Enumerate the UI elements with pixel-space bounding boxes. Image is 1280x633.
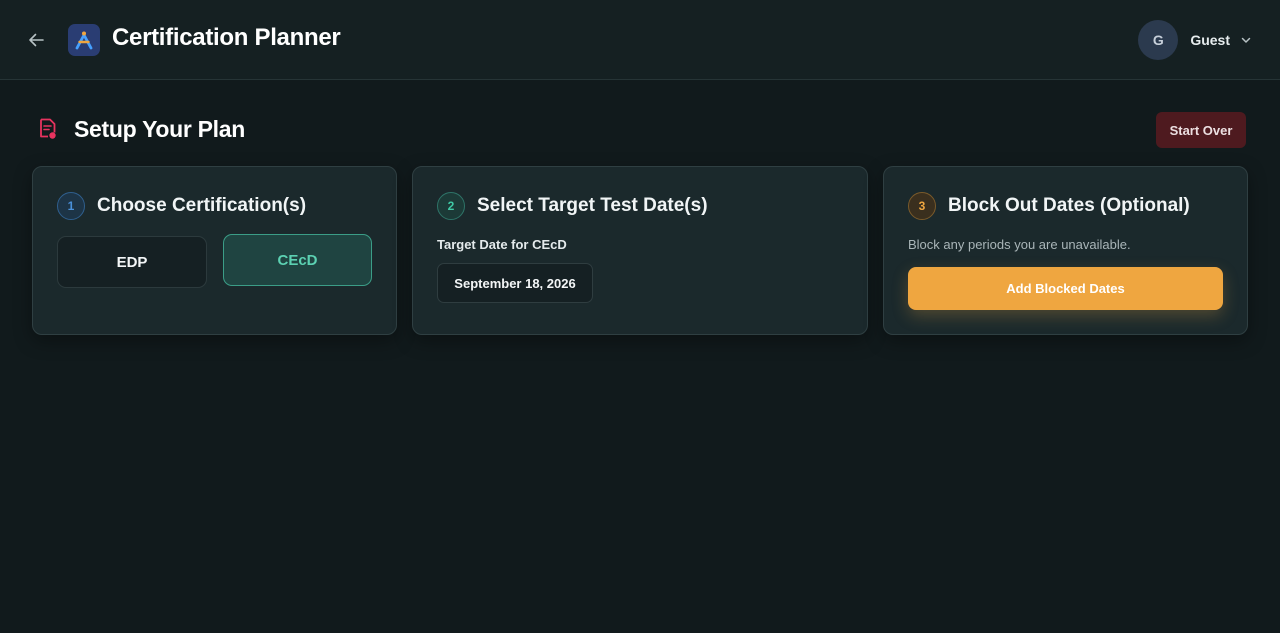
page-title: Setup Your Plan <box>74 115 246 142</box>
card-title: Block Out Dates (Optional) <box>948 195 1190 216</box>
app-logo-icon <box>75 31 93 50</box>
card-header: 3 Block Out Dates (Optional) <box>908 192 1190 220</box>
top-bar: Certification Planner G Guest <box>0 0 1280 80</box>
target-date-field[interactable]: September 18, 2026 <box>437 263 593 303</box>
step-number-badge: 3 <box>908 192 936 220</box>
back-button[interactable] <box>24 28 48 52</box>
app-logo[interactable] <box>68 24 100 56</box>
card-header: 2 Select Target Test Date(s) <box>437 192 708 220</box>
avatar: G <box>1138 20 1179 60</box>
add-blocked-dates-button[interactable]: Add Blocked Dates <box>908 267 1223 310</box>
arrow-left-icon <box>29 33 44 47</box>
chevron-down-icon <box>1240 34 1252 46</box>
section-header: Setup Your Plan <box>36 112 245 146</box>
card-header: 1 Choose Certification(s) <box>57 192 306 220</box>
plan-document-icon <box>36 117 60 141</box>
user-name: Guest <box>1190 32 1230 48</box>
card-title: Select Target Test Date(s) <box>477 195 708 216</box>
step-number-badge: 1 <box>57 192 85 220</box>
step-card-block-out-dates: 3 Block Out Dates (Optional) Block any p… <box>883 166 1248 335</box>
target-date-label: Target Date for CEcD <box>437 237 567 252</box>
card-title: Choose Certification(s) <box>97 195 307 216</box>
step-card-choose-certification: 1 Choose Certification(s) EDP CEcD <box>32 166 397 335</box>
step-number-badge: 2 <box>437 192 465 220</box>
certification-option-edp[interactable]: EDP <box>57 236 207 288</box>
start-over-button[interactable]: Start Over <box>1156 112 1246 148</box>
user-menu[interactable]: G Guest <box>1138 20 1252 60</box>
step-card-target-date: 2 Select Target Test Date(s) Target Date… <box>412 166 868 335</box>
block-dates-description: Block any periods you are unavailable. <box>908 237 1131 252</box>
certification-option-cecd[interactable]: CEcD <box>223 234 372 286</box>
app-title: Certification Planner <box>112 24 341 51</box>
